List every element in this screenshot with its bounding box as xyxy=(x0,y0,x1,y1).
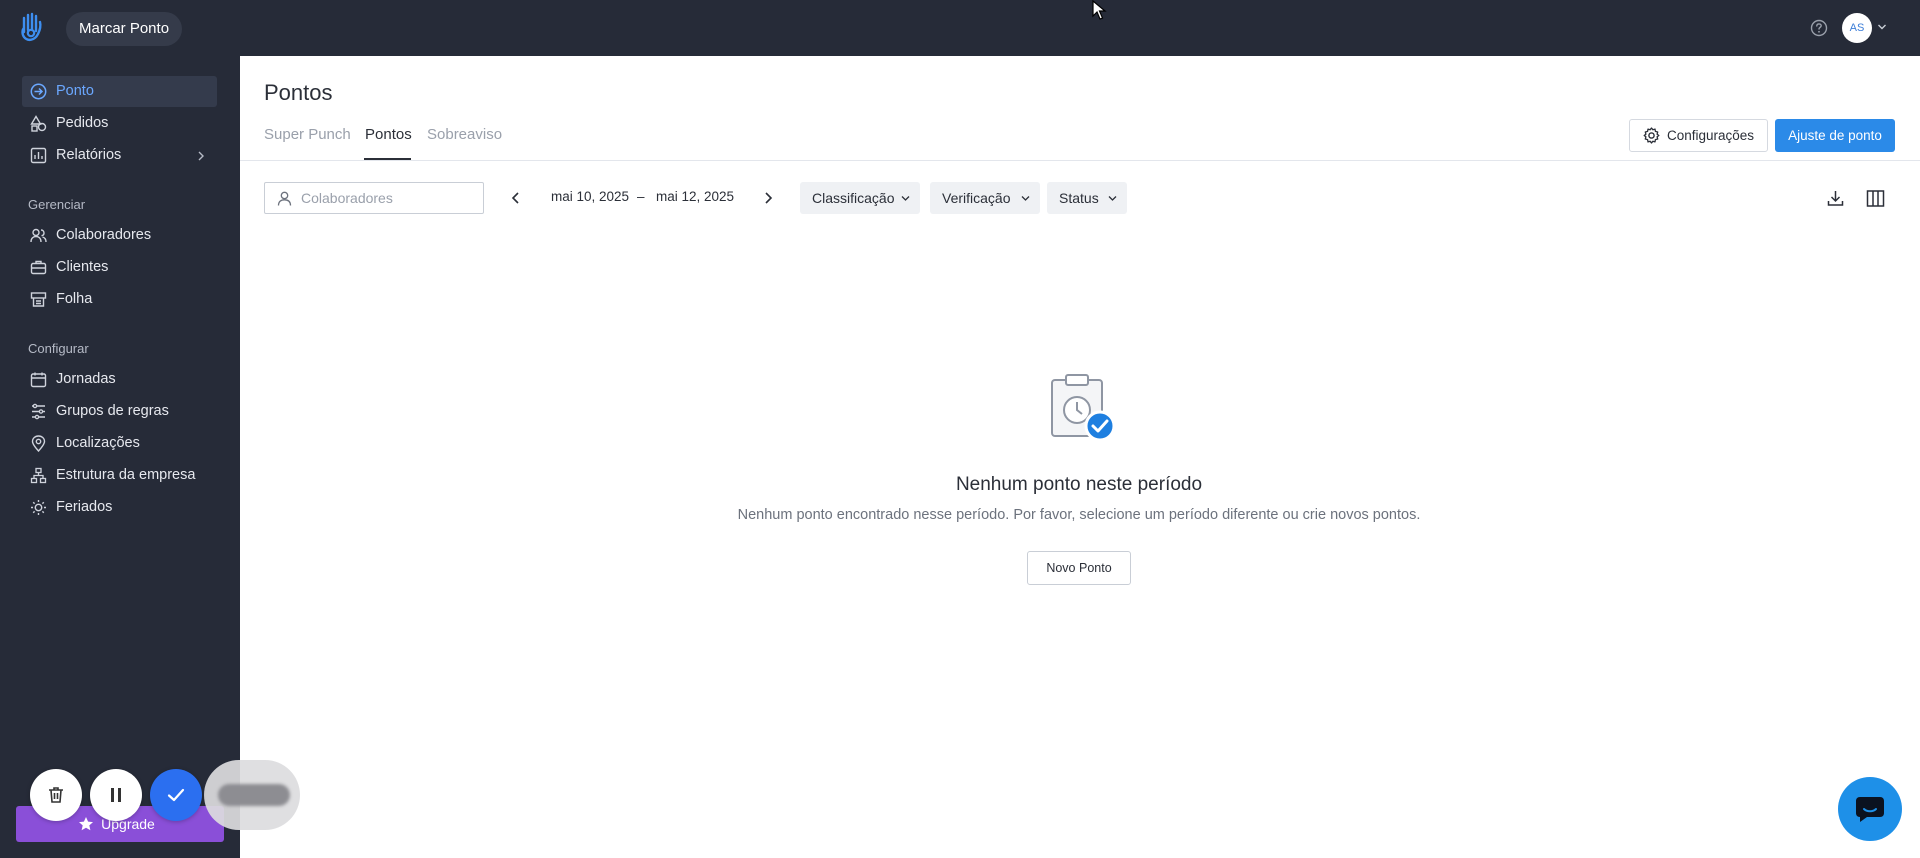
date-range-end[interactable]: mai 12, 2025 xyxy=(656,189,734,204)
chat-button[interactable] xyxy=(1838,777,1902,841)
empty-state-title: Nenhum ponto neste período xyxy=(955,474,1203,495)
clipboard-clock-icon xyxy=(1051,374,1116,442)
marcar-ponto-button[interactable]: Marcar Ponto xyxy=(66,12,183,46)
filter-classificacao[interactable]: Classificação xyxy=(800,182,920,214)
tab-super-punch[interactable]: Super Punch xyxy=(264,126,351,143)
sidebar-item-label: Relatórios xyxy=(56,147,122,163)
chevron-down-icon xyxy=(1108,196,1117,201)
mouse-cursor-icon xyxy=(1092,0,1107,20)
gear-icon xyxy=(1643,127,1660,144)
chevron-left-icon[interactable] xyxy=(509,190,523,206)
search-input[interactable] xyxy=(301,188,476,208)
chart-icon xyxy=(30,147,47,164)
columns-icon[interactable] xyxy=(1866,189,1885,208)
tabs-divider xyxy=(240,160,1920,161)
user-icon xyxy=(277,191,292,206)
sidebar-item-relatorios[interactable]: Relatórios xyxy=(22,140,217,171)
sidebar-item-colaboradores[interactable]: Colaboradores xyxy=(22,220,217,251)
help-icon[interactable] xyxy=(1810,19,1828,37)
empty-state-description: Nenhum ponto encontrado nesse período. P… xyxy=(737,507,1421,523)
novo-ponto-button[interactable]: Novo Ponto xyxy=(1027,551,1131,585)
briefcase-icon xyxy=(30,260,47,275)
page-title: Pontos xyxy=(264,80,333,105)
sidebar-item-grupos-de-regras[interactable]: Grupos de regras xyxy=(22,396,217,427)
calendar-icon xyxy=(30,372,47,388)
sidebar-item-clientes[interactable]: Clientes xyxy=(22,252,217,283)
recording-timer: 00:00:00 xyxy=(218,784,290,806)
filter-verificacao[interactable]: Verificação xyxy=(930,182,1040,214)
configuracoes-button[interactable]: Configurações xyxy=(1629,119,1768,152)
trash-icon xyxy=(49,787,63,803)
sidebar-item-folha[interactable]: Folha xyxy=(22,284,217,315)
pause-icon xyxy=(111,788,121,802)
sidebar-item-label: Ponto xyxy=(56,83,94,99)
delete-recording-button[interactable] xyxy=(30,769,82,821)
filter-label: Verificação xyxy=(942,190,1011,206)
hand-logo-icon[interactable] xyxy=(18,12,46,44)
sidebar-item-label: Localizações xyxy=(56,435,140,451)
sidebar-item-label: Pedidos xyxy=(56,115,109,131)
ajuste-de-ponto-button[interactable]: Ajuste de ponto xyxy=(1775,119,1895,152)
chevron-down-icon xyxy=(901,196,910,201)
sidebar-item-label: Colaboradores xyxy=(56,227,152,243)
date-range-start[interactable]: mai 10, 2025 xyxy=(551,189,629,204)
chevron-right-icon xyxy=(198,151,204,161)
search-colaboradores[interactable] xyxy=(264,182,484,214)
date-range-separator: – xyxy=(637,189,645,204)
arrow-circle-icon xyxy=(30,83,47,100)
chevron-down-icon[interactable] xyxy=(1877,23,1887,31)
top-bar: Marcar Ponto AS xyxy=(0,0,1920,56)
sidebar-item-label: Folha xyxy=(56,291,93,307)
star-icon xyxy=(79,817,93,831)
sidebar-item-label: Clientes xyxy=(56,259,109,275)
check-icon xyxy=(167,788,185,802)
sidebar-item-label: Jornadas xyxy=(56,371,116,387)
download-icon[interactable] xyxy=(1826,189,1845,208)
avatar[interactable]: AS xyxy=(1842,13,1872,43)
section-gerenciar: Gerenciar xyxy=(28,197,86,212)
chevron-down-icon xyxy=(1021,196,1030,201)
sidebar-item-ponto[interactable]: Ponto xyxy=(22,76,217,107)
finish-recording-button[interactable] xyxy=(150,769,202,821)
sidebar-item-label: Grupos de regras xyxy=(56,403,169,419)
sidebar: Ponto Pedidos Relatórios Gerenciar Colab… xyxy=(0,56,240,858)
pause-recording-button[interactable] xyxy=(90,769,142,821)
filter-label: Status xyxy=(1059,190,1099,206)
shapes-icon xyxy=(30,115,47,132)
rules-icon xyxy=(32,403,45,420)
tab-sobreaviso[interactable]: Sobreaviso xyxy=(427,126,502,143)
sidebar-item-jornadas[interactable]: Jornadas xyxy=(22,364,217,395)
sidebar-item-localizacoes[interactable]: Localizações xyxy=(22,428,217,459)
tab-pontos[interactable]: Pontos xyxy=(365,126,412,143)
filter-status[interactable]: Status xyxy=(1047,182,1127,214)
chevron-right-icon[interactable] xyxy=(761,190,775,206)
users-icon xyxy=(30,228,47,243)
filter-label: Classificação xyxy=(812,190,895,206)
chat-icon xyxy=(1856,797,1884,822)
configuracoes-label: Configurações xyxy=(1667,128,1755,143)
sidebar-item-pedidos[interactable]: Pedidos xyxy=(22,108,217,139)
pin-icon xyxy=(31,435,46,452)
section-configurar: Configurar xyxy=(28,341,89,356)
payroll-icon xyxy=(30,292,47,307)
